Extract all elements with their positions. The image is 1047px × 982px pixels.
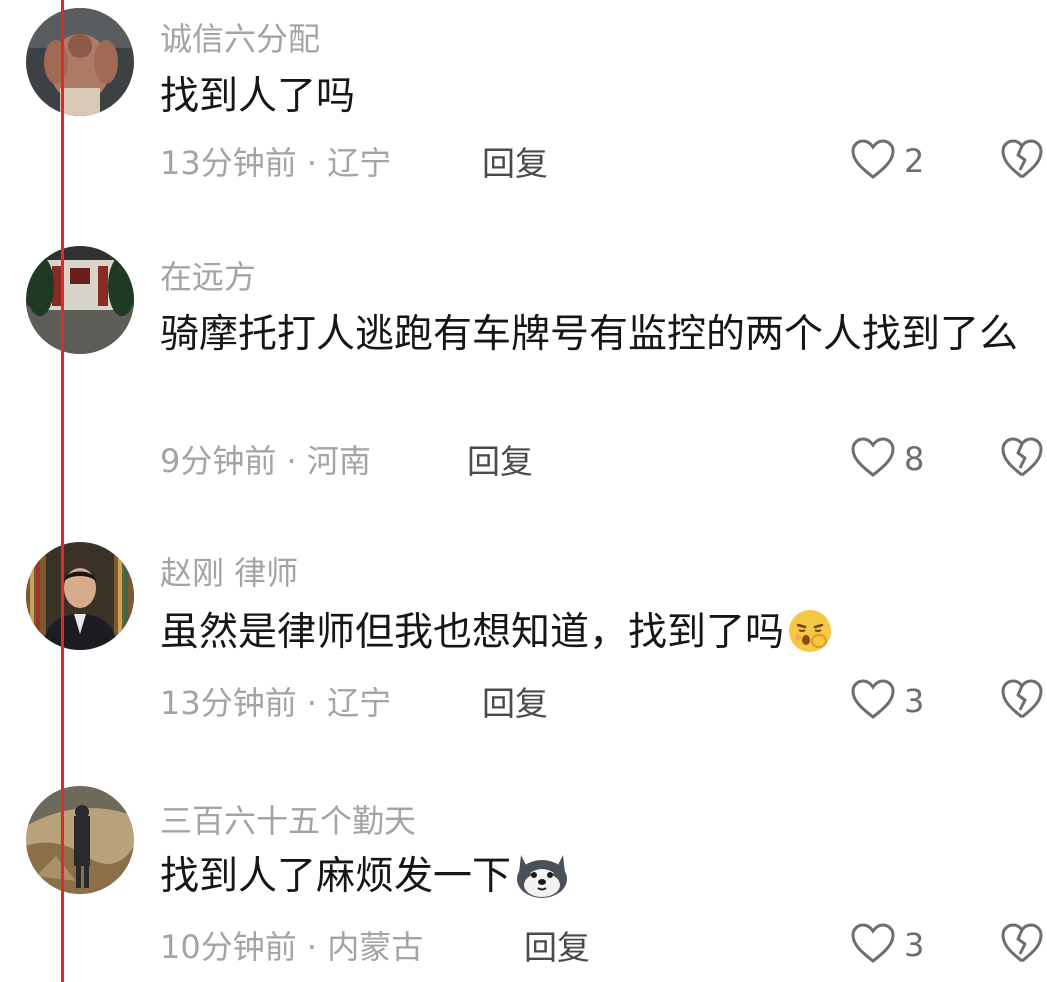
heart-outline-icon <box>850 922 896 968</box>
dislike-button[interactable] <box>1000 436 1044 482</box>
comment-text-body: 找到人了麻烦发一下 <box>160 854 512 899</box>
comment-meta: 10分钟前 · 内蒙古 <box>160 928 424 966</box>
comment-username[interactable]: 诚信六分配 <box>160 14 320 60</box>
heart-outline-icon <box>850 678 896 724</box>
dislike-button[interactable] <box>1000 138 1044 184</box>
comment-meta: 9分钟前 · 河南 <box>160 442 371 480</box>
comment-meta: 13分钟前 · 辽宁 <box>160 684 392 722</box>
red-marker-line <box>61 0 64 982</box>
like-count: 8 <box>904 440 925 478</box>
like-button[interactable]: 2 <box>850 138 924 184</box>
comment-text: 找到人了吗 <box>160 74 356 119</box>
avatar[interactable] <box>26 246 134 354</box>
comment-text: 骑摩托打人逃跑有车牌号有监控的两个人找到了么 <box>160 312 1019 357</box>
broken-heart-icon <box>1000 923 1044 968</box>
broken-heart-icon <box>1000 139 1044 184</box>
avatar[interactable] <box>26 542 134 650</box>
like-button[interactable]: 8 <box>850 436 924 482</box>
reply-button[interactable]: 回复 <box>524 921 590 969</box>
husky-dog-emoji-icon <box>513 851 571 916</box>
heart-outline-icon <box>850 436 896 482</box>
reply-button[interactable]: 回复 <box>482 137 548 185</box>
dislike-button[interactable] <box>1000 922 1044 968</box>
heart-outline-icon <box>850 138 896 184</box>
reply-button[interactable]: 回复 <box>467 435 533 483</box>
avatar[interactable] <box>26 786 134 894</box>
comment-username[interactable]: 三百六十五个勤天 <box>160 796 416 842</box>
like-count: 3 <box>904 926 925 964</box>
broken-heart-icon <box>1000 437 1044 482</box>
like-button[interactable]: 3 <box>850 678 924 724</box>
like-button[interactable]: 3 <box>850 922 924 968</box>
comment-text-body: 虽然是律师但我也想知道，找到了吗 <box>160 610 785 655</box>
comment-text: 找到人了麻烦发一下 <box>160 848 1020 916</box>
sleepy-face-emoji-icon <box>786 607 834 672</box>
comment-username[interactable]: 在远方 <box>160 252 256 298</box>
comment-username[interactable]: 赵刚 律师 <box>160 548 298 594</box>
broken-heart-icon <box>1000 679 1044 724</box>
dislike-button[interactable] <box>1000 678 1044 724</box>
like-count: 2 <box>904 142 925 180</box>
reply-button[interactable]: 回复 <box>482 677 548 725</box>
like-count: 3 <box>904 682 925 720</box>
avatar[interactable] <box>26 8 134 116</box>
comment-meta: 13分钟前 · 辽宁 <box>160 144 392 182</box>
comment-text: 虽然是律师但我也想知道，找到了吗 <box>160 604 1020 672</box>
